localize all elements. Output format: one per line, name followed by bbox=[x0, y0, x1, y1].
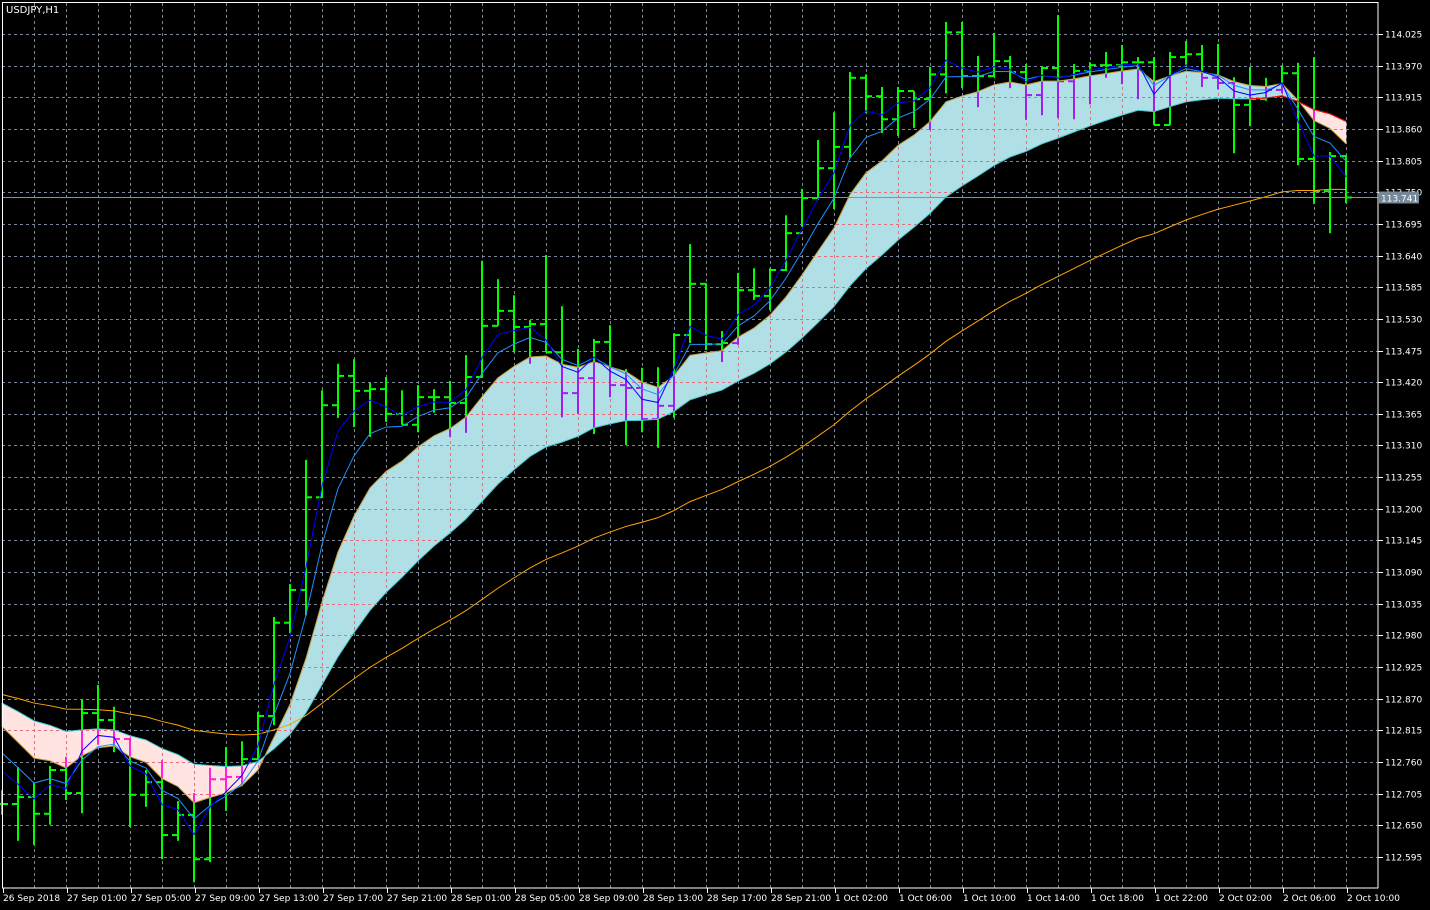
price-tick-label: 113.255 bbox=[1385, 474, 1422, 484]
ribbon-segment bbox=[513, 356, 531, 471]
price-tick-label: 113.860 bbox=[1385, 126, 1422, 136]
ribbon-segment bbox=[1073, 75, 1091, 133]
price-tick-label: 112.705 bbox=[1385, 791, 1422, 801]
ribbon-segment bbox=[1121, 68, 1139, 116]
ribbon-segment bbox=[593, 361, 611, 429]
ribbon-segment bbox=[577, 361, 595, 437]
time-tick-label: 28 Sep 09:00 bbox=[579, 894, 639, 904]
ribbon-segment bbox=[401, 446, 419, 578]
price-tick-label: 113.805 bbox=[1385, 158, 1422, 168]
price-tick-label: 113.530 bbox=[1385, 316, 1422, 326]
time-tick-label: 1 Oct 22:00 bbox=[1155, 894, 1208, 904]
price-tick-label: 112.870 bbox=[1385, 696, 1422, 706]
price-tick-label: 112.650 bbox=[1385, 822, 1422, 832]
ribbon-segment bbox=[481, 377, 499, 502]
ribbon-segment bbox=[1105, 70, 1123, 121]
chart-title: USDJPY,H1 bbox=[6, 5, 59, 16]
price-tick-label: 113.035 bbox=[1385, 601, 1422, 611]
ribbon-segment bbox=[561, 363, 579, 443]
price-tick-label: 112.595 bbox=[1385, 854, 1422, 864]
time-tick-label: 27 Sep 17:00 bbox=[323, 894, 383, 904]
ribbon-segment bbox=[897, 134, 915, 241]
ribbon-segment bbox=[1153, 75, 1171, 112]
price-tick-label: 113.640 bbox=[1385, 253, 1422, 263]
time-tick-label: 27 Sep 05:00 bbox=[131, 894, 191, 904]
ribbon-segment bbox=[1041, 80, 1059, 145]
ribbon-segment bbox=[465, 396, 483, 520]
price-tick-label: 113.585 bbox=[1385, 284, 1422, 294]
ribbon-segment bbox=[977, 84, 995, 177]
ribbon-segment bbox=[1009, 81, 1027, 158]
price-tick-label: 114.025 bbox=[1385, 31, 1422, 41]
time-tick-label: 2 Oct 02:00 bbox=[1219, 894, 1272, 904]
time-tick-label: 27 Sep 01:00 bbox=[67, 894, 127, 904]
price-chart[interactable]: 114.025 113.970 113.915 113.860 113.805 113.7… bbox=[0, 0, 1430, 910]
ribbon-segment bbox=[993, 81, 1011, 166]
ribbon-segment bbox=[961, 91, 979, 187]
price-tick-label: 112.925 bbox=[1385, 664, 1422, 674]
time-tick-label: 28 Sep 13:00 bbox=[643, 894, 703, 904]
time-tick-label: 1 Oct 10:00 bbox=[963, 894, 1016, 904]
ribbon-segment bbox=[545, 355, 563, 448]
ribbon-segment bbox=[1169, 70, 1187, 108]
ribbon-segment bbox=[529, 355, 547, 457]
time-tick-label: 27 Sep 13:00 bbox=[259, 894, 319, 904]
ribbon-segment bbox=[689, 352, 707, 401]
ribbon-segment bbox=[945, 95, 963, 198]
current-price-label: 113.741 bbox=[1381, 195, 1418, 205]
time-tick-label: 2 Oct 10:00 bbox=[1347, 894, 1400, 904]
ribbon-segment bbox=[1089, 73, 1107, 127]
time-tick-label: 1 Oct 18:00 bbox=[1091, 894, 1144, 904]
price-tick-label: 113.310 bbox=[1385, 442, 1422, 452]
time-tick-label: 28 Sep 21:00 bbox=[771, 894, 831, 904]
ribbon-segment bbox=[193, 763, 211, 804]
time-tick-label: 27 Sep 21:00 bbox=[387, 894, 447, 904]
time-tick-label: 27 Sep 09:00 bbox=[195, 894, 255, 904]
ribbon-segment bbox=[209, 765, 227, 798]
price-tick-label: 113.915 bbox=[1385, 94, 1422, 104]
time-tick-label: 26 Sep 2018 bbox=[3, 894, 60, 904]
ribbon-segment bbox=[417, 435, 435, 562]
time-tick-label: 28 Sep 17:00 bbox=[707, 894, 767, 904]
time-tick-label: 28 Sep 05:00 bbox=[515, 894, 575, 904]
ribbon-segment bbox=[1249, 85, 1267, 100]
price-tick-label: 112.815 bbox=[1385, 727, 1422, 737]
price-tick-label: 112.980 bbox=[1385, 632, 1422, 642]
time-tick-label: 1 Oct 14:00 bbox=[1027, 894, 1080, 904]
price-tick-label: 113.200 bbox=[1385, 506, 1422, 516]
time-tick-label: 28 Sep 01:00 bbox=[451, 894, 511, 904]
price-tick-label: 113.365 bbox=[1385, 411, 1422, 421]
price-tick-label: 113.970 bbox=[1385, 63, 1422, 73]
price-tick-label: 113.145 bbox=[1385, 537, 1422, 547]
time-tick-label: 1 Oct 02:00 bbox=[835, 894, 888, 904]
ribbon-segment bbox=[1185, 70, 1203, 103]
time-tick-label: 2 Oct 06:00 bbox=[1283, 894, 1336, 904]
price-tick-label: 113.420 bbox=[1385, 379, 1422, 389]
ribbon-segment bbox=[433, 428, 451, 547]
ribbon-segment bbox=[33, 720, 51, 762]
price-tick-label: 113.695 bbox=[1385, 221, 1422, 231]
ribbon-segment bbox=[369, 470, 387, 612]
price-tick-label: 113.090 bbox=[1385, 569, 1422, 579]
ribbon-segment bbox=[497, 365, 515, 485]
price-tick-label: 113.475 bbox=[1385, 348, 1422, 358]
ribbon-segment bbox=[1025, 80, 1043, 152]
ribbon-segment bbox=[913, 121, 931, 228]
ribbon-segment bbox=[865, 160, 883, 270]
ribbon-segment bbox=[705, 350, 723, 396]
price-tick-label: 112.760 bbox=[1385, 759, 1422, 769]
ribbon-segment bbox=[449, 416, 467, 534]
time-tick-label: 1 Oct 06:00 bbox=[899, 894, 952, 904]
